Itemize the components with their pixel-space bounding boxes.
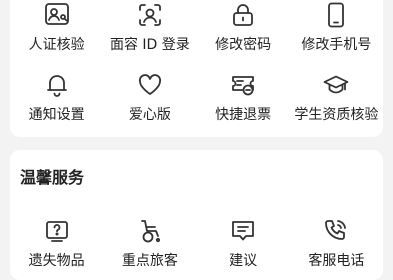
priority-passenger-label: 重点旅客: [121, 253, 178, 269]
heart-icon: [135, 70, 165, 100]
quick-refund-label: 快捷退票: [215, 107, 272, 123]
id-verification-button[interactable]: 人证核验: [10, 0, 103, 54]
student-verification-label: 学生资质核验: [294, 107, 379, 123]
id-card-icon: [42, 0, 72, 30]
account-settings-card: 人证核验 面容 ID 登录 修改密码 修改手机号 通知设置 爱心版 快捷退票 学…: [10, 0, 383, 137]
graduation-cap-icon: [321, 70, 351, 100]
wheelchair-icon: [135, 216, 165, 246]
lost-items-label: 遗失物品: [28, 253, 85, 269]
face-id-login-label: 面容 ID 登录: [109, 37, 190, 53]
phone-call-icon: [321, 216, 351, 246]
suggestion-label: 建议: [229, 253, 258, 269]
customer-service-phone-label: 客服电话: [308, 253, 365, 269]
message-icon: [228, 216, 258, 246]
care-mode-label: 爱心版: [128, 107, 171, 123]
service-card: 温馨服务 遗失物品 重点旅客 建议 客服电话: [10, 150, 383, 280]
account-settings-row-2: 通知设置 爱心版 快捷退票 学生资质核验: [10, 70, 383, 124]
care-mode-button[interactable]: 爱心版: [103, 70, 196, 124]
face-scan-icon: [135, 0, 165, 30]
account-settings-row-1: 人证核验 面容 ID 登录 修改密码 修改手机号: [10, 0, 383, 54]
question-box-icon: [42, 216, 72, 246]
change-phone-label: 修改手机号: [301, 37, 372, 53]
suggestion-button[interactable]: 建议: [197, 216, 290, 270]
phone-icon: [321, 0, 351, 30]
notification-settings-label: 通知设置: [28, 107, 85, 123]
lost-items-button[interactable]: 遗失物品: [10, 216, 103, 270]
service-row: 遗失物品 重点旅客 建议 客服电话: [10, 216, 383, 270]
quick-refund-button[interactable]: 快捷退票: [197, 70, 290, 124]
change-password-label: 修改密码: [215, 37, 272, 53]
face-id-login-button[interactable]: 面容 ID 登录: [103, 0, 196, 54]
bell-icon: [42, 70, 72, 100]
notification-settings-button[interactable]: 通知设置: [10, 70, 103, 124]
priority-passenger-button[interactable]: 重点旅客: [103, 216, 196, 270]
customer-service-phone-button[interactable]: 客服电话: [290, 216, 383, 270]
id-verification-label: 人证核验: [28, 37, 85, 53]
lock-icon: [228, 0, 258, 30]
change-password-button[interactable]: 修改密码: [197, 0, 290, 54]
student-verification-button[interactable]: 学生资质核验: [290, 70, 383, 124]
change-phone-button[interactable]: 修改手机号: [290, 0, 383, 54]
service-section-title: 温馨服务: [20, 168, 85, 187]
ticket-refund-icon: [228, 70, 258, 100]
